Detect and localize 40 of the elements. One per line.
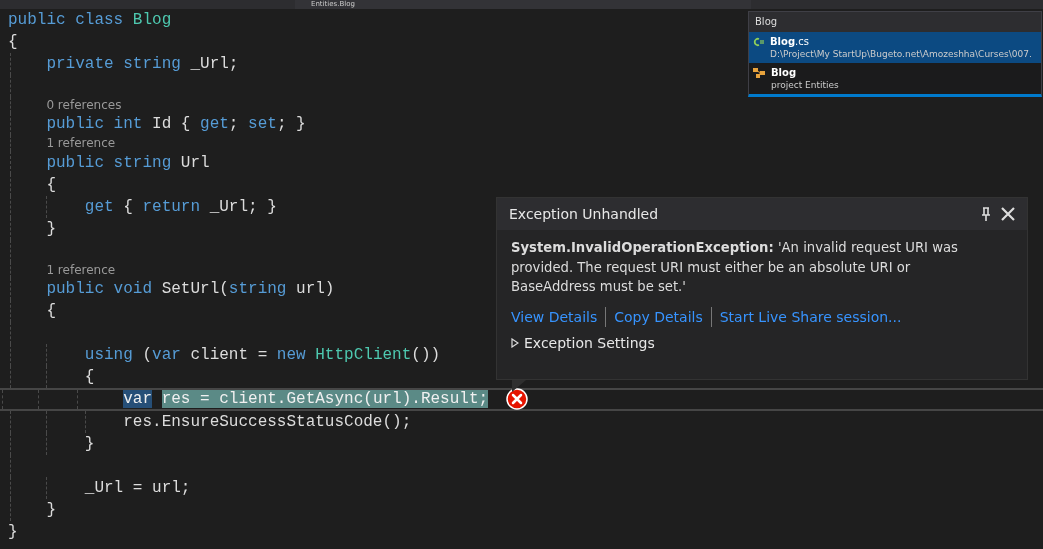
code-line: using (var client = new HttpClient()) — [83, 345, 441, 366]
code-line: public void SetUrl(string url) — [45, 279, 335, 299]
code-line: { — [45, 301, 56, 322]
codelens-link[interactable]: 0 references — [46, 98, 122, 113]
code-line: { — [8, 32, 18, 53]
result-detail: D:\Project\My StartUp\Bugeto.net\Amozeshha\Curses\007. — [770, 48, 1032, 60]
class-icon — [753, 67, 766, 79]
popup-title: Exception Unhandled — [509, 206, 660, 222]
details-link[interactable]: Copy Details — [614, 308, 703, 325]
code-line: } — [45, 499, 56, 520]
search-result[interactable]: Blog project Entities — [749, 63, 1041, 94]
code-line: _Url = url; — [83, 477, 191, 498]
code-line: { — [83, 367, 95, 388]
code-line: private string _Url; — [45, 54, 239, 75]
search-field[interactable]: Blog — [749, 12, 1041, 32]
details-link[interactable]: View Details — [511, 308, 598, 325]
pin-icon[interactable] — [981, 206, 991, 222]
result-title: Blog — [771, 66, 798, 79]
code-line: public class Blog — [8, 10, 172, 31]
codelens-link[interactable]: 1 reference — [46, 136, 116, 151]
error-icon[interactable] — [506, 388, 529, 411]
code-line: get { return _Url; } — [83, 196, 277, 217]
code-line: { — [45, 174, 56, 195]
code-line: res.EnsureSuccessStatusCode(); — [122, 411, 412, 432]
code-line: } — [83, 433, 95, 454]
details-link[interactable]: Start Live Share session... — [719, 308, 902, 325]
result-title: Blog.cs — [770, 35, 810, 48]
codelens-link[interactable]: 1 reference — [46, 262, 116, 277]
exception-message: System.InvalidOperationException: 'An invalid request URI was provided. The request URI must either be an absolute URI or BaseAddress must be set.' — [511, 239, 959, 296]
exception-settings-label[interactable]: Exception Settings — [524, 334, 655, 351]
search-result[interactable]: Blog.cs D:\Project\My StartUp\Bugeto.net\Amozeshha\Curses\007. — [749, 32, 1041, 63]
close-icon[interactable] — [1001, 207, 1015, 221]
code-line: public int Id { get; set; } — [45, 114, 306, 135]
code-line: var res = client.GetAsync(url).Result; — [122, 389, 489, 410]
code-line: public string Url — [45, 152, 210, 173]
expand-icon[interactable] — [511, 337, 519, 348]
file-icon — [753, 37, 765, 47]
code-line: } — [45, 218, 56, 239]
result-detail: project Entities — [771, 79, 839, 91]
code-line: } — [8, 522, 18, 542]
